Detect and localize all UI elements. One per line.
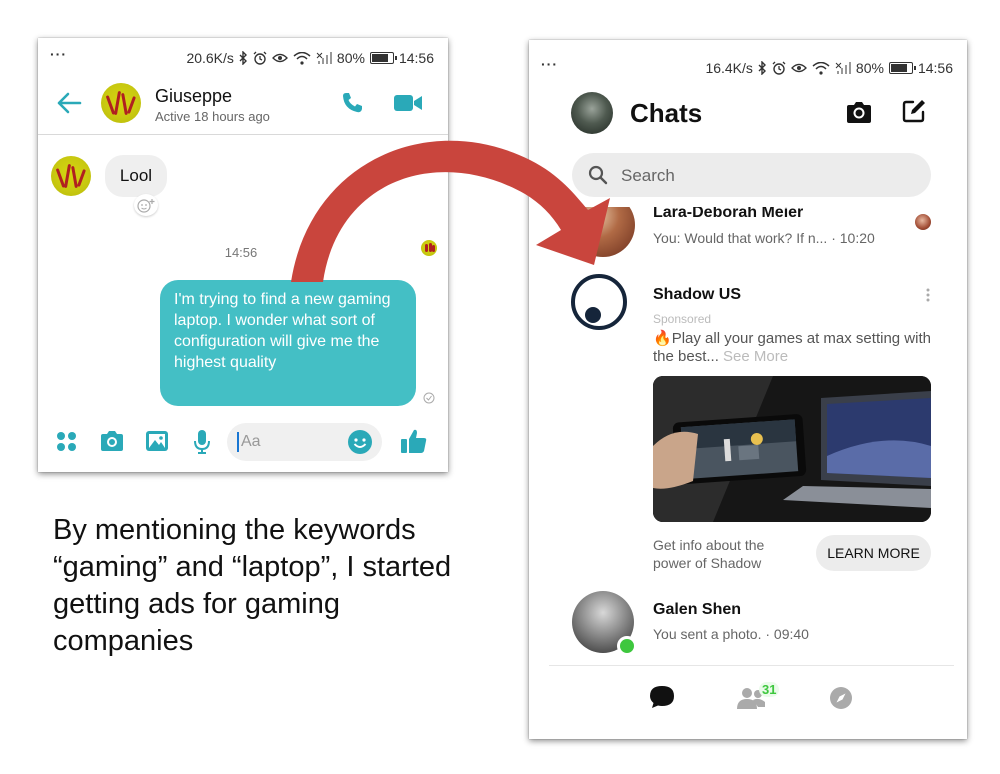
contact-name[interactable]: Giuseppe [155,86,232,107]
chats-tab-icon[interactable] [649,684,675,710]
network-speed: 20.6K/s [186,50,234,66]
page-title: Chats [630,98,703,128]
camera-icon[interactable] [99,430,125,452]
gallery-icon[interactable] [145,430,169,452]
message-input-placeholder: Aa [241,433,261,450]
search-placeholder: Search [621,166,675,185]
add-reaction-icon[interactable] [134,194,158,216]
advertiser-logo [571,274,627,330]
contact-avatar[interactable] [101,83,141,123]
bluetooth-icon [758,61,767,75]
emoji-icon[interactable] [347,429,373,455]
search-icon [588,165,608,185]
status-overflow-dots: ··· [50,46,67,62]
outgoing-message-text: I'm trying to find a new gaming laptop. … [174,291,391,371]
signal-icon [835,61,851,75]
chat-name: Lara-Deborah Meier [653,207,804,221]
status-bar: ··· 16.4K/s 80% 14:56 [529,40,967,76]
back-arrow-icon[interactable] [56,92,82,114]
sponsored-label: Sponsored [653,312,712,326]
sent-check-icon [423,392,435,404]
chat-list: Lara-Deborah Meier You: Would that work?… [529,207,967,665]
microphone-icon[interactable] [193,429,211,455]
conversation-header: Giuseppe Active 18 hours ago [38,78,448,135]
see-more-link[interactable]: See More [723,348,788,365]
ad-image-illustration [653,376,931,522]
video-call-icon[interactable] [393,94,423,112]
message-input[interactable]: Aa [227,423,382,461]
message-timestamp: 14:56 [224,245,258,260]
alarm-icon [253,51,267,65]
ad-options-icon[interactable] [925,287,931,303]
contact-active-status: Active 18 hours ago [155,109,270,124]
chat-preview: You sent a photo. · 09:40 [653,626,809,642]
camera-icon[interactable] [845,100,873,124]
compose-icon[interactable] [901,98,927,124]
clock: 14:56 [917,60,953,76]
online-indicator [617,636,637,656]
alarm-icon [772,61,786,75]
clock: 14:56 [398,50,434,66]
profile-avatar[interactable] [571,92,613,134]
messenger-conversation-screen: ··· 20.6K/s 80% 14:56 Giuseppe Active 18… [38,38,448,472]
chat-preview: You: Would that work? If n... · 10:20 [653,230,875,246]
more-apps-icon[interactable] [56,431,78,453]
ad-body: 🔥Play all your games at max setting with… [653,330,933,366]
learn-more-button[interactable]: LEARN MORE [816,535,931,571]
fire-icon: 🔥 [653,330,672,347]
text-cursor [237,432,239,452]
battery-icon [369,52,397,64]
thumbs-up-icon[interactable] [400,427,428,455]
advertiser-name: Shadow US [653,286,742,303]
search-input[interactable]: Search [572,153,931,197]
people-badge: 31 [759,682,780,697]
eye-care-icon [791,62,807,74]
bottom-navigation: 31 [549,665,954,740]
sponsored-ad[interactable]: Shadow US Sponsored 🔥Play all your games… [529,273,967,591]
chat-name: Galen Shen [653,601,742,618]
seen-avatar [915,214,931,230]
network-speed: 16.4K/s [705,60,753,76]
wifi-icon [293,51,311,65]
ad-image[interactable] [653,376,931,522]
ad-cta-text: Get info about the power of Shadow [653,537,765,571]
discover-tab-icon[interactable] [829,686,853,710]
signal-icon [316,51,332,65]
incoming-message-bubble[interactable]: Lool [105,155,167,197]
status-bar: ··· 20.6K/s 80% 14:56 [38,38,448,74]
incoming-message-text: Lool [119,166,153,185]
wifi-icon [812,61,830,75]
chat-avatar [571,207,635,257]
ad-text: Play all your games at max setting with … [653,330,931,365]
battery-icon [888,62,916,74]
bluetooth-icon [239,51,248,65]
chat-row[interactable]: Galen Shen You sent a photo. · 09:40 [529,591,967,665]
status-overflow-dots: ··· [541,56,558,72]
eye-care-icon [272,52,288,64]
phone-call-icon[interactable] [340,91,364,115]
outgoing-message-bubble[interactable]: I'm trying to find a new gaming laptop. … [160,280,416,406]
battery-percent: 80% [855,60,884,76]
battery-percent: 80% [336,50,365,66]
incoming-sender-avatar [51,156,91,196]
caption-text: By mentioning the keywords “gaming” and … [53,514,452,657]
messenger-chats-screen: ··· 16.4K/s 80% 14:56 Chats Search Lara-… [529,40,967,739]
